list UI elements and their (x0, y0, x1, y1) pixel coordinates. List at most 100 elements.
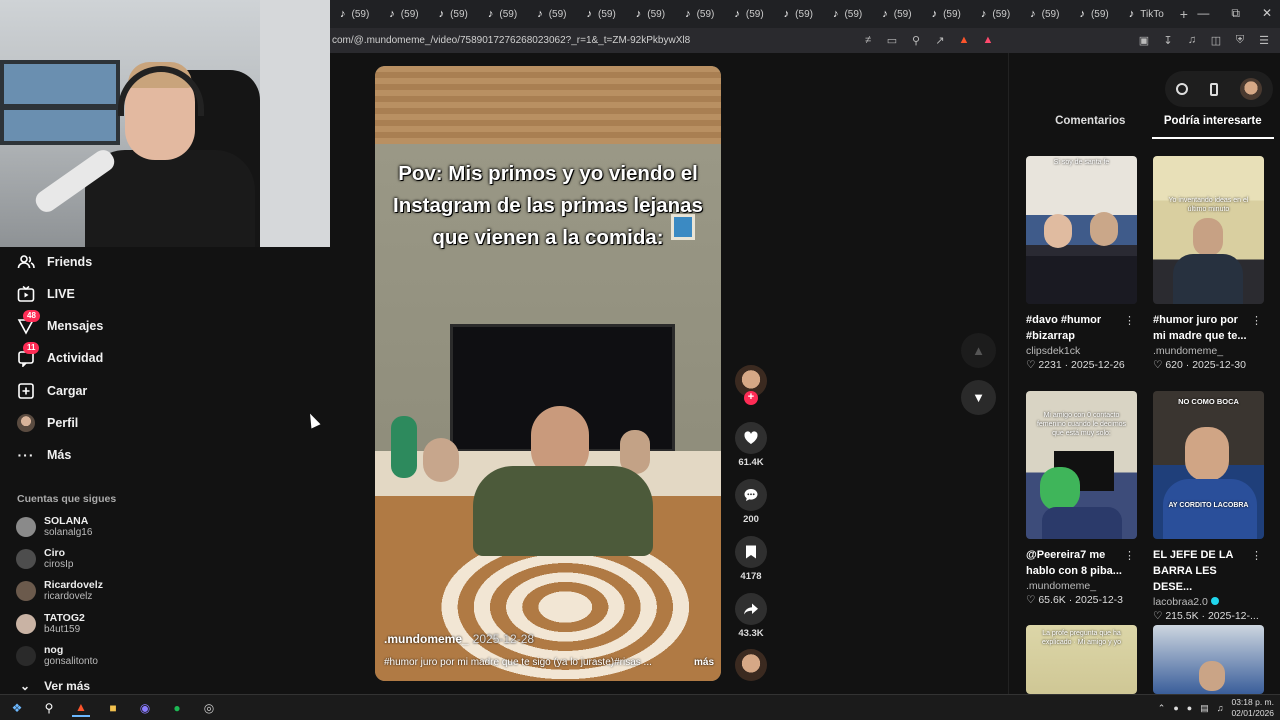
discord-icon[interactable]: ◉ (136, 699, 154, 717)
system-clock[interactable]: 03:18 p. m. 02/01/2026 (1231, 697, 1274, 719)
video-player[interactable]: Pov: Mis primos y yo viendo el Instagram… (375, 66, 721, 681)
card-thumbnail-text: Mi amigo con 0 contacto femenino cuando … (1036, 412, 1127, 437)
tab-comments[interactable]: Comentarios (1029, 115, 1152, 139)
browser-tab[interactable]: ♪ (59) (724, 0, 773, 28)
more-options-icon[interactable]: ⋮ (1251, 549, 1262, 562)
previous-video-button[interactable]: ▲ (961, 333, 996, 368)
recommended-card[interactable] (1153, 625, 1264, 694)
user-avatar[interactable] (1240, 78, 1262, 100)
network-icon[interactable]: ▤ (1200, 703, 1209, 714)
browser-tab[interactable]: ♪ (59) (872, 0, 921, 28)
video-author[interactable]: .mundomeme_ 2025-12-28 (384, 632, 534, 646)
sidebar-item-messages[interactable]: 48 Mensajes (17, 310, 103, 335)
brave-shield-icon[interactable]: ▲ (958, 34, 970, 47)
browser-tab[interactable]: ♪ (59) (774, 0, 823, 28)
volume-icon[interactable]: ♫ (1217, 703, 1224, 713)
card-thumbnail-text: Yo inventando ideas en el último minuto (1168, 197, 1249, 213)
zoom-icon[interactable]: ⚲ (910, 34, 922, 47)
phone-icon[interactable] (1210, 82, 1218, 96)
recommended-card[interactable]: Yo inventando ideas en el último minuto … (1153, 156, 1264, 371)
video-description: #humor juro por mi madre que te sigo (ya… (384, 657, 714, 668)
sidebar-item-live[interactable]: LIVE (17, 285, 75, 303)
sidebar-item-label: Más (47, 448, 72, 462)
vpn-icon[interactable]: ⛨ (1234, 34, 1246, 47)
music-disc-button[interactable] (733, 649, 769, 681)
following-item[interactable]: Ciro cirosIp (16, 547, 73, 571)
new-tab-button[interactable]: + (1180, 6, 1188, 22)
file-explorer-icon[interactable]: ■ (104, 699, 122, 717)
compass-icon[interactable] (1176, 83, 1188, 95)
comment-icon (744, 489, 758, 501)
share-icon[interactable]: ↗ (934, 34, 946, 47)
translate-icon[interactable]: ≠ (862, 34, 874, 47)
browser-tab[interactable]: ♪ (59) (527, 0, 576, 28)
recommended-card[interactable]: La profe pregunta que ha explicado · Mi … (1026, 625, 1137, 694)
tab-recommended[interactable]: Podría interesarte (1151, 115, 1274, 139)
browser-tab[interactable]: ♪ (59) (330, 0, 379, 28)
browser-tab[interactable]: ♪ (59) (922, 0, 971, 28)
recommended-card[interactable]: Si soy de santa fe #davo #humor #bizarra… (1026, 156, 1137, 371)
browser-tab[interactable]: ♪ (59) (429, 0, 478, 28)
browser-tab[interactable]: ♪ (59) (576, 0, 625, 28)
creator-avatar-button[interactable]: + (733, 365, 769, 405)
see-more-button[interactable]: ⌄ Ver más (20, 679, 90, 693)
tiktok-icon: ♪ (586, 8, 592, 20)
tray-app-icon[interactable]: ● (1173, 703, 1178, 713)
browser-tab-label: (59) (548, 8, 567, 20)
card-likes: 65.6K (1038, 594, 1066, 606)
search-icon[interactable]: ⚲ (40, 699, 58, 717)
following-item[interactable]: Ricardovelz ricardovelz (16, 579, 103, 603)
browser-tab[interactable]: ♪ (59) (1020, 0, 1069, 28)
more-options-icon[interactable]: ⋮ (1251, 314, 1262, 327)
cast-icon[interactable]: ▭ (886, 34, 898, 47)
following-item[interactable]: nog gonsalitonto (16, 644, 98, 668)
share-button[interactable]: 43.3K (733, 593, 769, 639)
browser-tab[interactable]: ♪ (59) (971, 0, 1020, 28)
browser-tab-label: (59) (943, 8, 961, 20)
sidebar-item-friends[interactable]: Friends (17, 253, 92, 271)
browser-tab[interactable]: ♪ (59) (1069, 0, 1118, 28)
minimize-icon[interactable]: — (1197, 6, 1209, 21)
video-more-link[interactable]: más (694, 657, 714, 668)
card-title: EL JEFE DE LA BARRA LES DESE... (1153, 549, 1234, 593)
more-options-icon[interactable]: ⋮ (1124, 314, 1135, 327)
sidebar-item-upload[interactable]: Cargar (17, 382, 87, 400)
browser-tab[interactable]: ♪ (59) (478, 0, 527, 28)
url-field[interactable]: com/@.mundomeme_/video/75890172762680230… (330, 35, 862, 46)
browser-tab-label: (59) (400, 8, 419, 20)
windows-start-icon[interactable]: ❖ (8, 699, 26, 717)
sidebar-icon[interactable]: ◫ (1210, 34, 1222, 47)
next-video-button[interactable]: ▼ (961, 380, 996, 415)
tray-chevron-icon[interactable]: ⌃ (1158, 703, 1166, 714)
sidebar-item-activity[interactable]: 11 Actividad (17, 342, 103, 367)
comment-button[interactable]: 200 (733, 479, 769, 525)
sidebar-item-more[interactable]: ··· Más (17, 446, 72, 464)
obs-icon[interactable]: ◎ (200, 699, 218, 717)
brave-browser-icon[interactable]: ▲ (72, 699, 90, 717)
more-options-icon[interactable]: ⋮ (1124, 549, 1135, 562)
download-icon[interactable]: ↧ (1162, 34, 1174, 47)
restore-icon[interactable]: ⧉ (1231, 6, 1240, 21)
tray-app-icon[interactable]: ● (1187, 703, 1192, 713)
recommended-card[interactable]: NO COMO BOCA AY CORDITO LACOBRA EL JEFE … (1153, 391, 1264, 622)
browser-tab[interactable]: ♪ (59) (379, 0, 428, 28)
menu-icon[interactable]: ☰ (1258, 34, 1270, 47)
browser-tab[interactable]: ♪ TikTo (1119, 0, 1174, 28)
following-name: TATOG2 (44, 612, 85, 624)
wallet-icon[interactable]: ▣ (1138, 34, 1150, 47)
recommended-card[interactable]: Mi amigo con 0 contacto femenino cuando … (1026, 391, 1137, 606)
music-icon[interactable]: ♫ (1186, 34, 1198, 47)
follow-plus-icon[interactable]: + (744, 391, 758, 405)
rewards-icon[interactable]: ▲ (982, 34, 994, 47)
like-button[interactable]: 61.4K (733, 422, 769, 468)
browser-tab[interactable]: ♪ (59) (675, 0, 724, 28)
browser-tab[interactable]: ♪ (59) (626, 0, 675, 28)
spotify-icon[interactable]: ● (168, 699, 186, 717)
following-item[interactable]: TATOG2 b4ut159 (16, 612, 85, 636)
sidebar-item-profile[interactable]: Perfil (17, 414, 78, 432)
close-icon[interactable]: ✕ (1262, 6, 1272, 21)
save-button[interactable]: 4178 (733, 536, 769, 582)
browser-tab[interactable]: ♪ (59) (823, 0, 872, 28)
following-item[interactable]: SOLANA solanalg16 (16, 515, 92, 539)
following-user: solanalg16 (44, 527, 93, 538)
